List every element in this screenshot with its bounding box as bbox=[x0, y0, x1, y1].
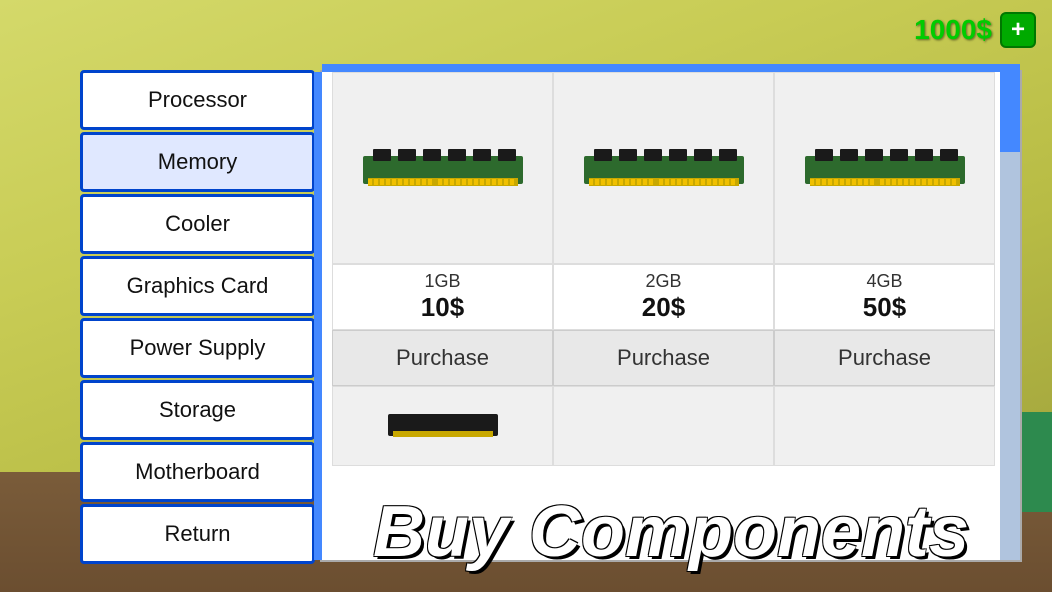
ram-image-4gb bbox=[800, 141, 970, 196]
main-panel: 1GB 10$ 2GB 20$ 4GB 50$ Purchase Purchas… bbox=[320, 70, 1022, 562]
product-price-2gb: 20$ bbox=[554, 292, 773, 323]
scrollbar[interactable] bbox=[1000, 72, 1020, 560]
sidebar-item-processor[interactable]: Processor bbox=[80, 70, 315, 130]
products-info-row: 1GB 10$ 2GB 20$ 4GB 50$ bbox=[332, 264, 995, 330]
product-capacity-2gb: 2GB bbox=[554, 271, 773, 292]
product-image-4gb bbox=[785, 83, 984, 253]
product-price-4gb: 50$ bbox=[775, 292, 994, 323]
product-price-1gb: 10$ bbox=[333, 292, 552, 323]
purchase-button-2gb[interactable]: Purchase bbox=[553, 330, 774, 386]
sidebar-item-memory[interactable]: Memory bbox=[80, 132, 315, 192]
sidebar-item-motherboard[interactable]: Motherboard bbox=[80, 442, 315, 502]
ram-image-row2-1 bbox=[383, 406, 503, 446]
product-cell-2gb bbox=[553, 72, 774, 264]
sidebar-item-graphics-card[interactable]: Graphics Card bbox=[80, 256, 315, 316]
sidebar-item-return[interactable]: Return bbox=[80, 504, 315, 564]
sidebar-item-storage[interactable]: Storage bbox=[80, 380, 315, 440]
ram-image-2gb bbox=[579, 141, 749, 196]
ram-image-1gb bbox=[358, 141, 528, 196]
sidebar-item-power-supply[interactable]: Power Supply bbox=[80, 318, 315, 378]
purchase-buttons-row: Purchase Purchase Purchase bbox=[332, 330, 995, 386]
product-capacity-1gb: 1GB bbox=[333, 271, 552, 292]
product-capacity-4gb: 4GB bbox=[775, 271, 994, 292]
product-image-2gb bbox=[564, 83, 763, 253]
products-row2-partial bbox=[332, 386, 995, 466]
product-image-1gb bbox=[343, 83, 542, 253]
add-currency-button[interactable]: + bbox=[1000, 12, 1036, 48]
sidebar: Processor Memory Cooler Graphics Card Po… bbox=[80, 70, 315, 566]
product-cell-1gb bbox=[332, 72, 553, 264]
top-bar: 1000$ + bbox=[898, 0, 1052, 60]
products-images-row bbox=[332, 72, 995, 264]
products-area: 1GB 10$ 2GB 20$ 4GB 50$ Purchase Purchas… bbox=[322, 72, 1020, 466]
purchase-button-4gb[interactable]: Purchase bbox=[774, 330, 995, 386]
sidebar-item-cooler[interactable]: Cooler bbox=[80, 194, 315, 254]
scrollbar-thumb[interactable] bbox=[1000, 72, 1020, 152]
product-cell-4gb bbox=[774, 72, 995, 264]
purchase-button-1gb[interactable]: Purchase bbox=[332, 330, 553, 386]
currency-display: 1000$ bbox=[914, 14, 992, 46]
